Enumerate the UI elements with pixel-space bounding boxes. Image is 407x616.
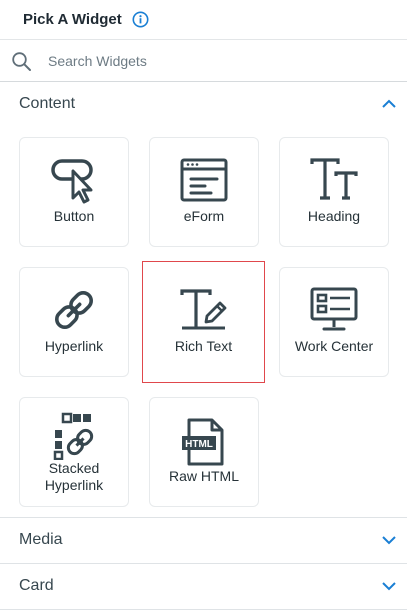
- section-header-content[interactable]: Content: [0, 82, 407, 126]
- section-label-card: Card: [19, 577, 54, 594]
- panel-header: Pick A Widget: [0, 0, 407, 40]
- chevron-down-icon[interactable]: [381, 578, 397, 594]
- search-icon: [11, 51, 32, 72]
- html-file-icon: HTML: [179, 418, 229, 466]
- widget-label: Heading: [307, 208, 361, 224]
- widget-tile-work-center[interactable]: Work Center: [279, 267, 389, 377]
- svg-text:HTML: HTML: [185, 439, 213, 450]
- chevron-down-icon[interactable]: [381, 532, 397, 548]
- button-cursor-icon: [49, 156, 99, 204]
- section-header-card[interactable]: Card: [0, 564, 407, 608]
- panel-title: Pick A Widget: [23, 11, 122, 28]
- widget-tile-heading[interactable]: Heading: [279, 137, 389, 247]
- search-bar: [0, 41, 407, 82]
- widget-label: Hyperlink: [44, 338, 104, 354]
- heading-tt-icon: [309, 156, 359, 204]
- widget-tile-hyperlink[interactable]: Hyperlink: [19, 267, 129, 377]
- widget-tile-raw-html[interactable]: HTML Raw HTML: [149, 397, 259, 507]
- widget-label: eForm: [183, 208, 225, 224]
- section-label-media: Media: [19, 531, 63, 548]
- section-label-content: Content: [19, 95, 76, 112]
- widget-label: Rich Text: [174, 338, 233, 354]
- widget-tile-button[interactable]: Button: [19, 137, 129, 247]
- widget-label: Button: [53, 208, 95, 224]
- section-header-media[interactable]: Media: [0, 518, 407, 562]
- widget-label-line: Stacked: [48, 460, 100, 476]
- work-center-monitor-icon: [309, 286, 359, 334]
- search-input[interactable]: [48, 49, 388, 73]
- widget-label-line: Hyperlink: [44, 477, 104, 493]
- rich-text-pen-icon: [179, 286, 229, 334]
- widget-label: Raw HTML: [168, 468, 239, 484]
- section-divider: [0, 609, 407, 610]
- widget-label: Stacked Hyperlink: [20, 460, 128, 494]
- widget-tile-stacked-hyperlink[interactable]: Stacked Hyperlink: [19, 397, 129, 507]
- widget-tile-eform[interactable]: eForm: [149, 137, 259, 247]
- chevron-up-icon[interactable]: [381, 96, 397, 112]
- widget-label: Work Center: [294, 338, 374, 354]
- stacked-link-icon: [49, 412, 99, 461]
- link-chain-icon: [49, 286, 99, 334]
- widget-tile-rich-text[interactable]: Rich Text: [142, 261, 265, 383]
- eform-window-icon: [179, 156, 229, 204]
- info-icon[interactable]: [132, 11, 149, 28]
